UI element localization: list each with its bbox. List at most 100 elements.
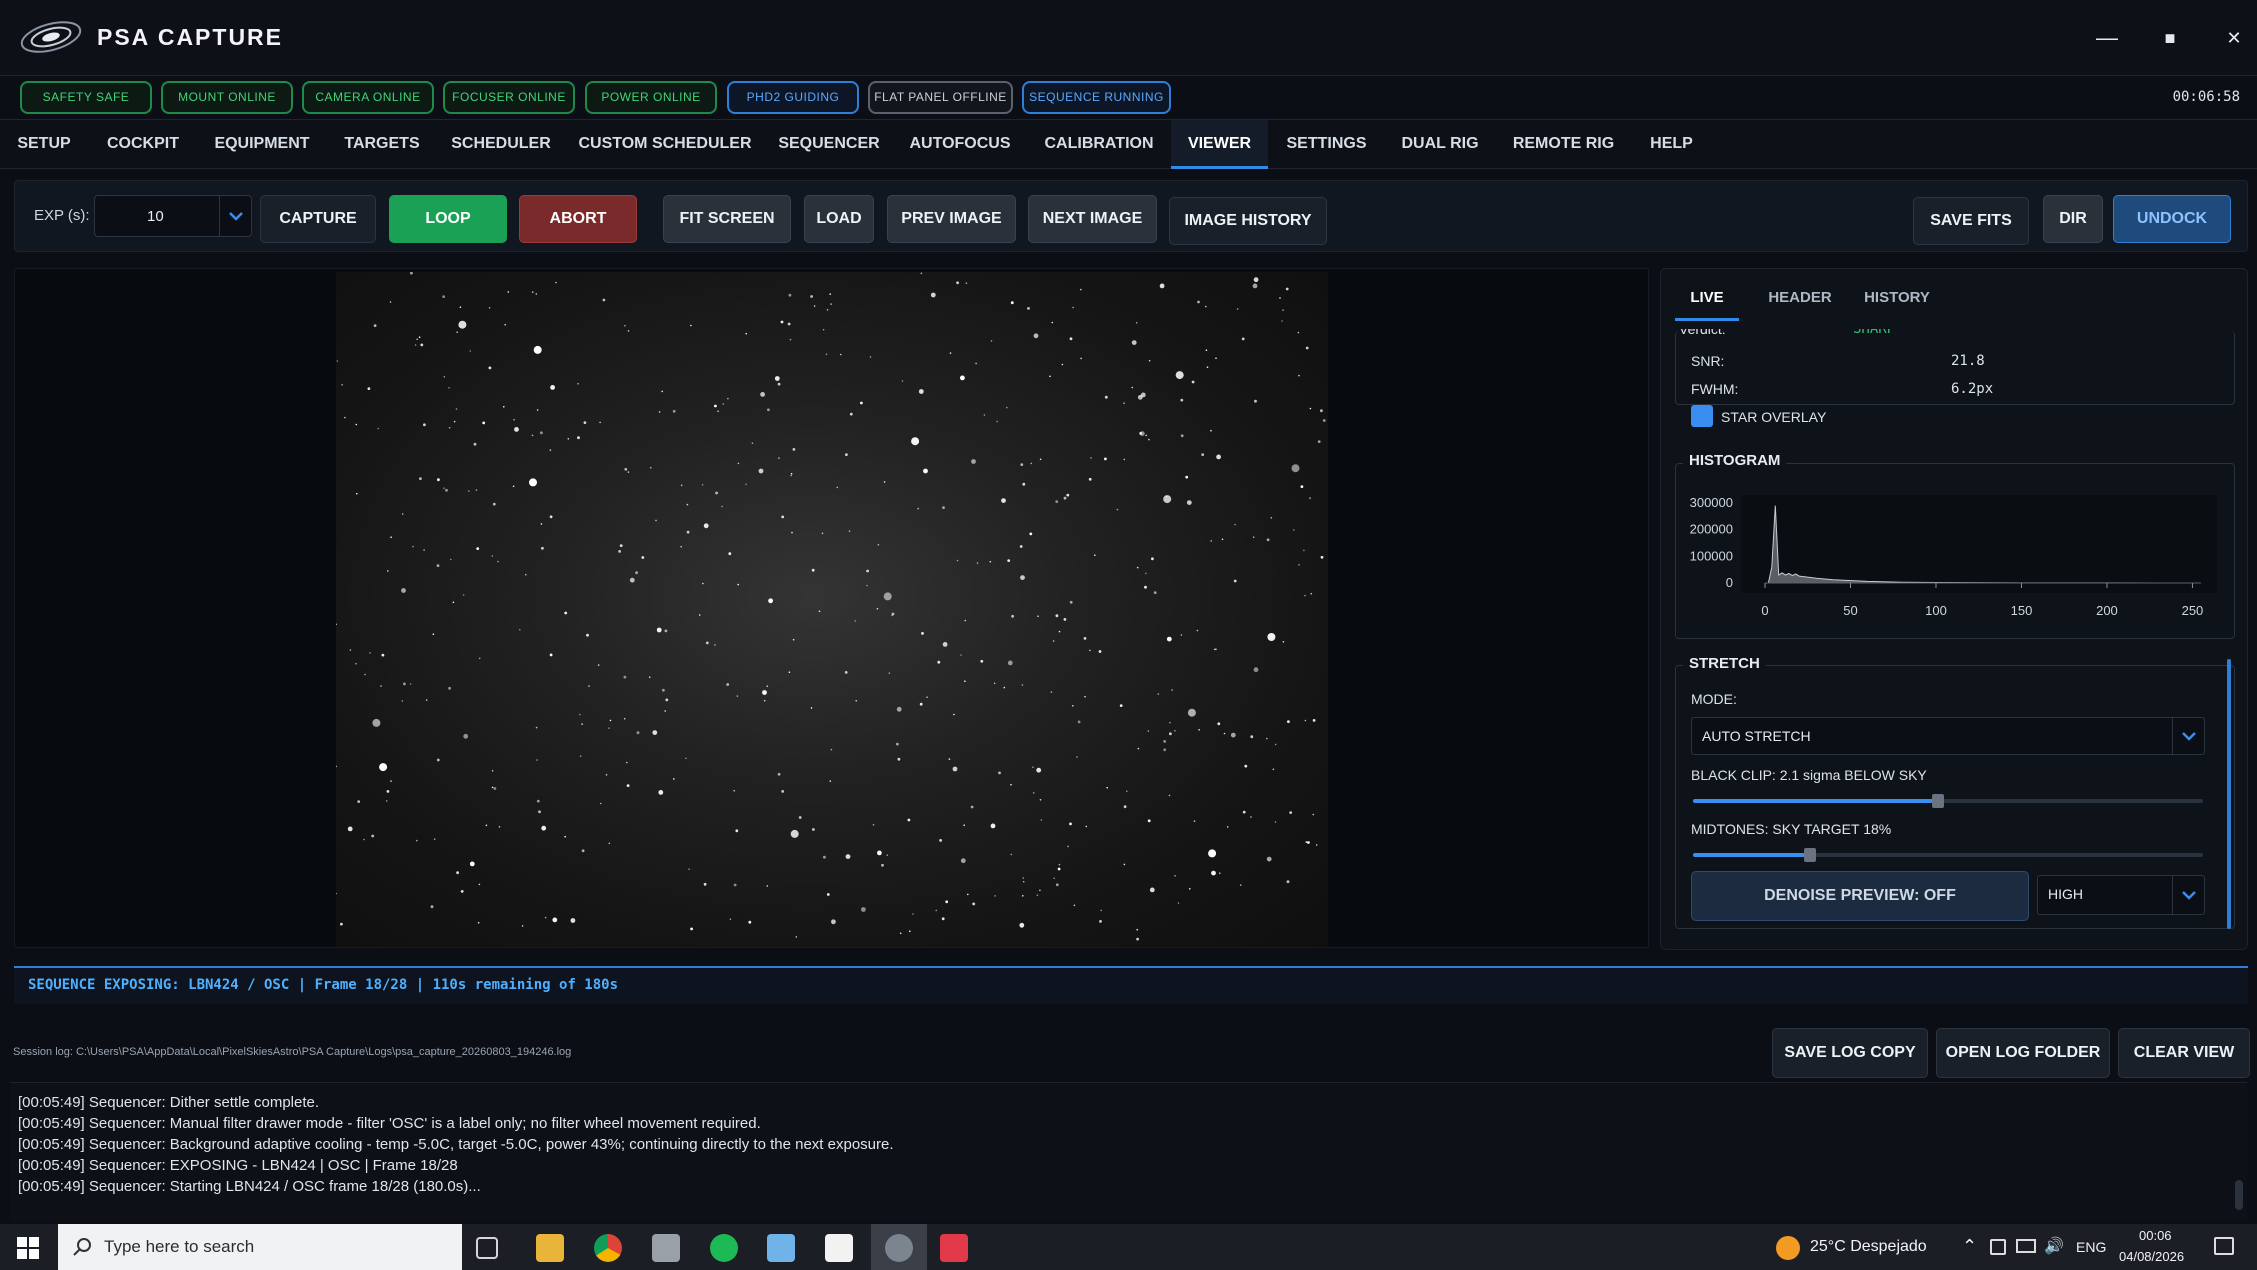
tab-settings[interactable]: SETTINGS bbox=[1280, 120, 1373, 169]
prev-image-button[interactable]: PREV IMAGE bbox=[887, 195, 1016, 243]
chrome-icon[interactable] bbox=[594, 1234, 622, 1262]
star bbox=[664, 710, 666, 712]
maximize-button[interactable]: ■ bbox=[2150, 22, 2190, 54]
exposure-input[interactable]: 10 bbox=[94, 195, 252, 237]
capture-button[interactable]: CAPTURE bbox=[260, 195, 376, 243]
taskbar-date[interactable]: 04/08/2026 bbox=[2119, 1249, 2184, 1264]
star bbox=[1022, 482, 1026, 486]
star bbox=[410, 272, 413, 275]
histogram-y-tick: 200000 bbox=[1690, 522, 1733, 537]
star bbox=[1066, 493, 1070, 497]
tab-dual-rig[interactable]: DUAL RIG bbox=[1393, 120, 1487, 169]
tab-targets[interactable]: TARGETS bbox=[333, 120, 431, 169]
tab-calibration[interactable]: CALIBRATION bbox=[1035, 120, 1163, 169]
language-indicator[interactable]: ENG bbox=[2076, 1239, 2106, 1255]
abort-button[interactable]: ABORT bbox=[519, 195, 637, 243]
black-clip-slider[interactable] bbox=[1693, 794, 2203, 808]
clear-view-button[interactable]: CLEAR VIEW bbox=[2118, 1028, 2250, 1078]
tab-autofocus[interactable]: AUTOFOCUS bbox=[899, 120, 1021, 169]
tab-cockpit[interactable]: COCKPIT bbox=[94, 120, 192, 169]
tab-remote-rig[interactable]: REMOTE RIG bbox=[1507, 120, 1620, 169]
exposure-dropdown[interactable] bbox=[219, 196, 251, 236]
side-tab-live[interactable]: LIVE bbox=[1675, 279, 1739, 321]
star bbox=[960, 858, 966, 864]
star bbox=[1144, 585, 1147, 589]
star bbox=[623, 717, 626, 720]
windows-start-icon[interactable] bbox=[17, 1237, 39, 1259]
load-button[interactable]: LOAD bbox=[804, 195, 874, 243]
dir-button[interactable]: DIR bbox=[2043, 195, 2103, 243]
star bbox=[1148, 359, 1151, 362]
loop-button[interactable]: LOOP bbox=[389, 195, 507, 243]
status-pill-phd2: PHD2 GUIDING bbox=[727, 81, 859, 114]
side-scrollbar-thumb[interactable] bbox=[2227, 659, 2231, 929]
task-view-icon[interactable] bbox=[476, 1237, 498, 1259]
sequence-status-bar: SEQUENCE EXPOSING: LBN424 / OSC | Frame … bbox=[14, 966, 2248, 1004]
speaker-icon[interactable]: 🔊 bbox=[2044, 1236, 2064, 1256]
green-app-icon[interactable] bbox=[710, 1234, 738, 1262]
tab-scheduler[interactable]: SCHEDULER bbox=[445, 120, 557, 169]
star bbox=[469, 861, 475, 867]
psa-capture-taskbar-button[interactable] bbox=[871, 1224, 927, 1270]
undock-button[interactable]: UNDOCK bbox=[2113, 195, 2231, 243]
tab-equipment[interactable]: EQUIPMENT bbox=[205, 120, 319, 169]
log-output[interactable]: [00:05:49] Sequencer: Dither settle comp… bbox=[10, 1082, 2247, 1222]
stretch-mode-select[interactable]: AUTO STRETCH bbox=[1691, 717, 2205, 755]
fit-screen-button[interactable]: FIT SCREEN bbox=[663, 195, 791, 243]
star bbox=[367, 387, 371, 390]
star bbox=[1131, 386, 1134, 389]
image-history-button[interactable]: IMAGE HISTORY bbox=[1169, 197, 1327, 245]
star bbox=[401, 513, 404, 515]
network-icon[interactable] bbox=[2016, 1239, 2036, 1253]
side-scrollbar[interactable] bbox=[2225, 329, 2233, 929]
side-tab-header[interactable]: HEADER bbox=[1763, 279, 1837, 321]
taskbar-time[interactable]: 00:06 bbox=[2139, 1228, 2172, 1243]
tab-help[interactable]: HELP bbox=[1633, 120, 1710, 169]
midtones-slider[interactable] bbox=[1693, 848, 2203, 862]
save-fits-button[interactable]: SAVE FITS bbox=[1913, 197, 2029, 245]
star bbox=[1058, 630, 1061, 633]
blue-app-icon[interactable] bbox=[767, 1234, 795, 1262]
minimize-button[interactable]: — bbox=[2087, 22, 2127, 54]
star bbox=[1089, 649, 1091, 652]
image-viewer[interactable] bbox=[14, 268, 1649, 948]
red-app-icon[interactable] bbox=[940, 1234, 968, 1262]
denoise-level-dropdown[interactable] bbox=[2172, 876, 2204, 914]
denoise-preview-button[interactable]: DENOISE PREVIEW: OFF bbox=[1691, 871, 2029, 921]
black-clip-slider-thumb[interactable] bbox=[1931, 794, 1944, 808]
star bbox=[535, 293, 538, 295]
star bbox=[488, 307, 491, 309]
chevron-up-icon[interactable]: ⌃ bbox=[1962, 1236, 1977, 1257]
star-overlay-checkbox[interactable] bbox=[1691, 405, 1713, 427]
document-app-icon[interactable] bbox=[825, 1234, 853, 1262]
star bbox=[1063, 496, 1067, 500]
star bbox=[602, 298, 606, 302]
stretch-title: STRETCH bbox=[1683, 655, 1766, 672]
star bbox=[1270, 517, 1273, 519]
weather-text[interactable]: 25°C Despejado bbox=[1810, 1238, 1927, 1256]
log-scrollbar-thumb[interactable] bbox=[2235, 1180, 2243, 1210]
midtones-label: MIDTONES: SKY TARGET 18% bbox=[1691, 821, 1892, 837]
star bbox=[599, 421, 601, 424]
open-log-folder-button[interactable]: OPEN LOG FOLDER bbox=[1936, 1028, 2110, 1078]
file-explorer-icon[interactable] bbox=[536, 1234, 564, 1262]
star bbox=[567, 438, 570, 440]
notifications-icon[interactable] bbox=[2214, 1237, 2234, 1255]
mode-label: MODE: bbox=[1691, 691, 1737, 707]
next-image-button[interactable]: NEXT IMAGE bbox=[1028, 195, 1157, 243]
star bbox=[1100, 909, 1102, 912]
stretch-mode-dropdown[interactable] bbox=[2172, 718, 2204, 754]
tab-viewer[interactable]: VIEWER bbox=[1171, 120, 1268, 169]
denoise-level-select[interactable]: HIGH bbox=[2037, 875, 2205, 915]
taskbar-search[interactable]: Type here to search bbox=[58, 1224, 462, 1270]
tab-setup[interactable]: SETUP bbox=[8, 120, 80, 169]
side-tab-history[interactable]: HISTORY bbox=[1857, 279, 1937, 321]
app-icon[interactable] bbox=[652, 1234, 680, 1262]
close-button[interactable]: ✕ bbox=[2214, 22, 2254, 54]
midtones-slider-thumb[interactable] bbox=[1804, 848, 1817, 862]
tab-custom-scheduler[interactable]: CUSTOM SCHEDULER bbox=[571, 120, 759, 169]
device-icon[interactable] bbox=[1990, 1239, 2006, 1255]
star bbox=[1069, 600, 1073, 604]
save-log-copy-button[interactable]: SAVE LOG COPY bbox=[1772, 1028, 1928, 1078]
tab-sequencer[interactable]: SEQUENCER bbox=[773, 120, 885, 169]
